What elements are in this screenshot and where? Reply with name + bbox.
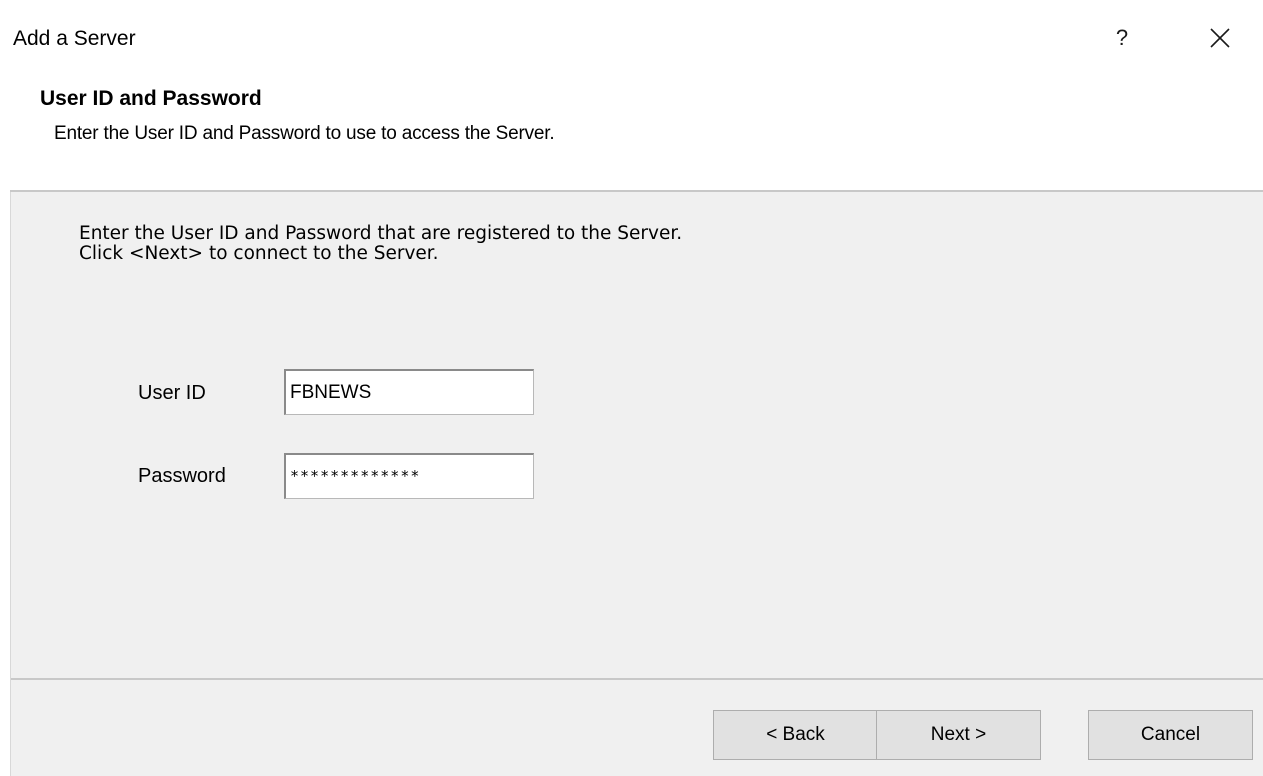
window-title: Add a Server [13, 27, 136, 50]
back-button[interactable]: < Back [713, 710, 878, 760]
next-button[interactable]: Next > [876, 710, 1041, 760]
add-server-dialog: Add a Server ? User ID and Password Ente… [0, 0, 1263, 776]
user-id-input[interactable] [284, 369, 534, 415]
password-label: Password [138, 465, 226, 487]
wizard-body: Enter the User ID and Password that are … [10, 192, 1263, 776]
cancel-button[interactable]: Cancel [1088, 710, 1253, 760]
instructions: Enter the User ID and Password that are … [79, 224, 682, 264]
footer-divider [11, 678, 1263, 680]
wizard-header: User ID and Password Enter the User ID a… [0, 80, 1263, 190]
title-bar: Add a Server ? [0, 0, 1263, 80]
page-title: User ID and Password [40, 87, 262, 110]
close-icon [1210, 28, 1230, 48]
instruction-line-2: Click <Next> to connect to the Server. [79, 243, 439, 264]
password-input[interactable] [284, 453, 534, 499]
instruction-line-1: Enter the User ID and Password that are … [79, 223, 683, 244]
user-id-label: User ID [138, 382, 206, 404]
page-subtitle: Enter the User ID and Password to use to… [54, 123, 555, 144]
help-button[interactable]: ? [1100, 18, 1144, 58]
close-button[interactable] [1196, 18, 1244, 58]
